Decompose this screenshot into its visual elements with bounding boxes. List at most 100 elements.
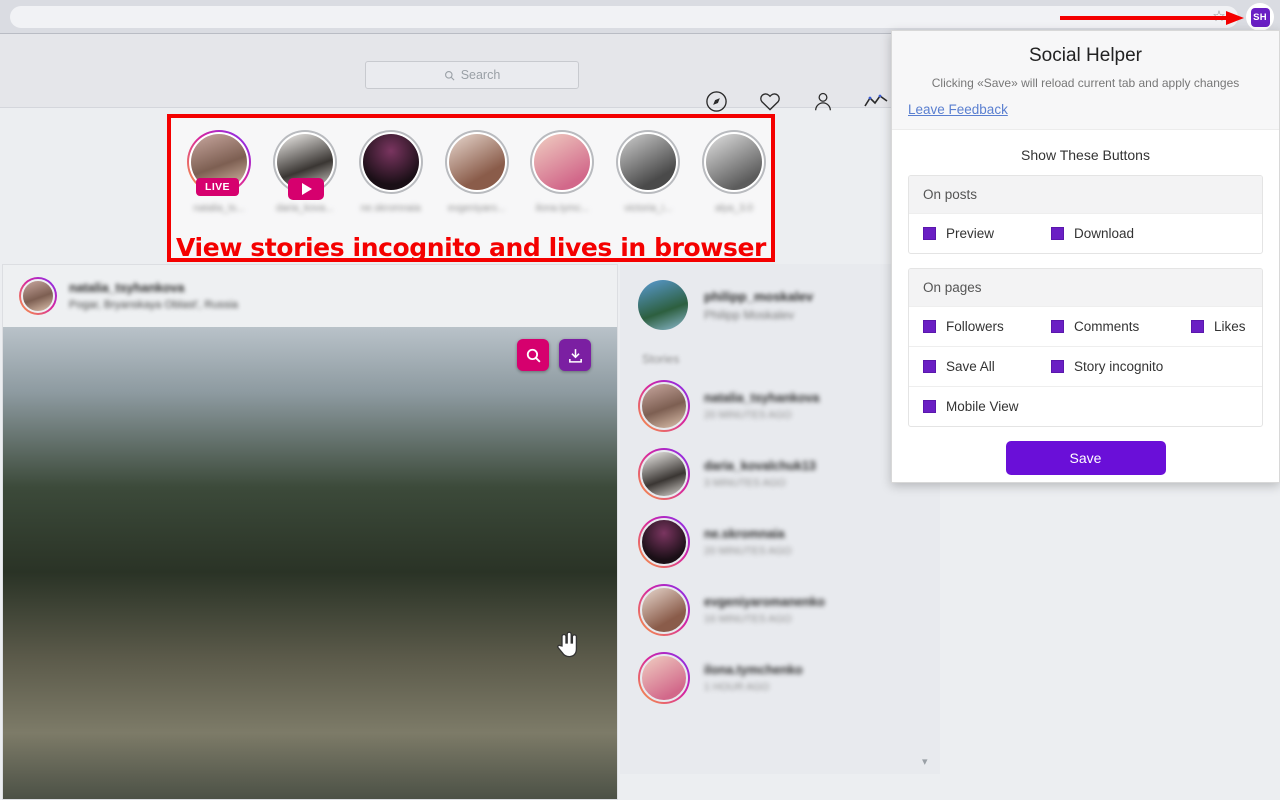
option-label: Mobile View	[946, 399, 1019, 414]
address-bar[interactable]	[10, 6, 1238, 28]
post-image	[3, 327, 617, 799]
story-ring	[530, 130, 595, 194]
option-likes[interactable]: Likes	[1191, 319, 1246, 334]
option-label: Download	[1074, 226, 1135, 241]
checkbox-mobile-view[interactable]	[923, 400, 936, 413]
story-username: ne.skromnaia	[360, 203, 421, 214]
extension-toolbar-button[interactable]: SH	[1246, 3, 1274, 31]
search-input[interactable]: Search	[365, 61, 579, 89]
post-header: natalia_tsyhankova Pogar, Bryanskaya Obl…	[3, 265, 617, 327]
story-item[interactable]: alya_3.0	[697, 122, 771, 234]
search-icon	[444, 70, 455, 80]
on-pages-group-label: On pages	[909, 269, 1262, 306]
preview-button[interactable]	[517, 339, 549, 371]
story-ring	[638, 584, 690, 636]
list-item[interactable]: ne.skromnaia 20 minutes ago	[638, 508, 940, 576]
story-ring	[444, 130, 509, 194]
sidebar-profile-avatar[interactable]	[638, 280, 688, 330]
story-item[interactable]: evgeniyaro...	[440, 122, 514, 234]
list-item[interactable]: ilona.tymchenko 1 hour ago	[638, 644, 940, 712]
leave-feedback-link[interactable]: Leave Feedback	[908, 102, 1279, 117]
checkbox-comments[interactable]	[1051, 320, 1064, 333]
option-preview[interactable]: Preview	[923, 226, 1051, 241]
option-label: Save All	[946, 359, 995, 374]
checkbox-likes[interactable]	[1191, 320, 1204, 333]
checkbox-save-all[interactable]	[923, 360, 936, 373]
post-author-username[interactable]: natalia_tsyhankova	[69, 281, 238, 295]
popup-section-title: Show These Buttons	[1021, 147, 1150, 163]
story-avatar	[448, 134, 505, 190]
list-item-username: ne.skromnaia	[704, 527, 785, 541]
story-avatar	[362, 134, 419, 190]
save-button-container: Save	[892, 441, 1279, 475]
arrow-shaft	[1060, 16, 1230, 20]
screen: ☆ SH Search	[0, 0, 1280, 800]
story-ring	[638, 448, 690, 500]
sidebar-profile-username[interactable]: philipp_moskalev	[704, 289, 813, 304]
story-username: evgeniyaro...	[447, 203, 506, 214]
list-item[interactable]: evgeniyaromanenko 16 minutes ago	[638, 576, 940, 644]
checkbox-preview[interactable]	[923, 227, 936, 240]
list-item-time: 20 minutes ago	[704, 545, 792, 557]
option-comments[interactable]: Comments	[1051, 319, 1191, 334]
browser-toolbar: ☆ SH	[0, 0, 1280, 34]
sidebar-profile-fullname: Philipp Moskalev	[704, 307, 795, 322]
video-play-badge	[287, 178, 324, 200]
story-item[interactable]: victoria_i...	[611, 122, 685, 234]
story-item[interactable]: ne.skromnaia	[354, 122, 428, 234]
story-ring	[702, 130, 767, 194]
social-helper-extension-icon: SH	[1250, 7, 1270, 27]
option-label: Preview	[946, 226, 995, 241]
download-button[interactable]	[559, 339, 591, 371]
save-button[interactable]: Save	[1005, 441, 1166, 475]
list-item-username: natalia_tsyhankova	[704, 391, 820, 405]
option-download[interactable]: Download	[1051, 226, 1191, 241]
option-label: Followers	[946, 319, 1004, 334]
story-username: daria_kova...	[276, 203, 334, 214]
list-item-username: ilona.tymchenko	[704, 663, 803, 677]
list-item-time: 16 minutes ago	[704, 613, 792, 625]
story-username: natalia_ts...	[193, 203, 245, 214]
list-item-time: 1 hour ago	[704, 681, 770, 693]
stories-strip: LIVE natalia_ts... daria_kova... ne.skro…	[171, 122, 771, 234]
search-placeholder-text: Search	[460, 68, 501, 82]
extension-popup: Social Helper Clicking «Save» will reloa…	[891, 30, 1280, 483]
sidebar-scroll-down-chevron-icon[interactable]: ▾	[922, 755, 928, 768]
checkbox-download[interactable]	[1051, 227, 1064, 240]
checkbox-followers[interactable]	[923, 320, 936, 333]
list-item-time: 3 minutes ago	[704, 477, 786, 489]
story-item[interactable]: daria_kova...	[268, 122, 342, 234]
story-item[interactable]: ilona.tymc...	[525, 122, 599, 234]
option-row: Save All Story incognito	[909, 346, 1262, 386]
story-ring	[358, 130, 423, 194]
option-label: Likes	[1214, 319, 1246, 334]
on-posts-group-label: On posts	[909, 176, 1262, 213]
annotation-caption: View stories incognito and lives in brow…	[176, 233, 766, 262]
search-icon	[526, 348, 541, 363]
profile-person-icon[interactable]	[812, 90, 834, 113]
checkbox-story-incognito[interactable]	[1051, 360, 1064, 373]
option-save-all[interactable]: Save All	[923, 359, 1051, 374]
nav-icon-group	[705, 90, 888, 113]
post-location[interactable]: Pogar, Bryanskaya Oblast', Russia	[69, 299, 238, 311]
option-label: Comments	[1074, 319, 1140, 334]
heart-icon[interactable]	[758, 90, 782, 113]
option-story-incognito[interactable]: Story incognito	[1051, 359, 1191, 374]
arrow-head	[1226, 11, 1244, 25]
option-followers[interactable]: Followers	[923, 319, 1051, 334]
explore-compass-icon[interactable]	[705, 90, 728, 113]
option-mobile-view[interactable]: Mobile View	[923, 399, 1051, 414]
story-username: alya_3.0	[715, 203, 753, 214]
story-username: ilona.tymc...	[535, 203, 590, 214]
post-card: natalia_tsyhankova Pogar, Bryanskaya Obl…	[2, 264, 618, 800]
post-author-avatar[interactable]	[19, 277, 57, 315]
story-ring	[638, 380, 690, 432]
live-badge: LIVE	[196, 178, 239, 196]
list-item-username: daria_kovalchuk13	[704, 459, 816, 473]
on-pages-group: On pages Followers Comments Likes Save A…	[908, 268, 1263, 427]
activity-chart-icon[interactable]	[864, 94, 888, 110]
option-row: Followers Comments Likes	[909, 306, 1262, 346]
story-item[interactable]: LIVE natalia_ts...	[182, 122, 256, 234]
option-row: Preview Download	[909, 213, 1262, 253]
stories-annotation-box: LIVE natalia_ts... daria_kova... ne.skro…	[167, 114, 775, 262]
